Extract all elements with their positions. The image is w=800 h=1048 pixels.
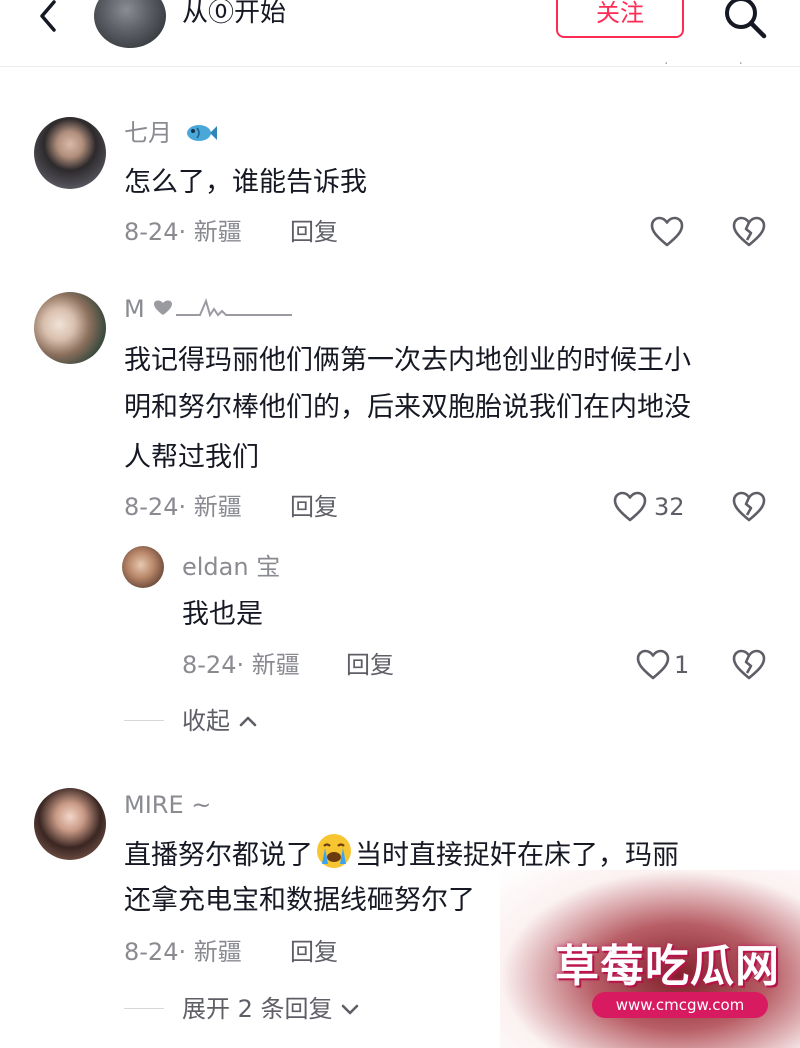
comment-text-line: 还拿充电宝和数据线砸努尔了 xyxy=(124,885,475,916)
chevron-up-icon xyxy=(239,716,256,727)
like-count: 1 xyxy=(674,651,690,679)
heart-icon[interactable] xyxy=(650,215,684,249)
divider-dots: ·· xyxy=(664,56,800,72)
comment-username[interactable]: M xyxy=(124,294,302,324)
broken-heart-icon[interactable] xyxy=(732,648,766,682)
reply-button[interactable]: 回复 xyxy=(290,937,338,967)
comment-text-line: 我记得玛丽他们俩第一次去内地创业的时候王小 xyxy=(124,345,691,376)
search-icon[interactable] xyxy=(722,0,768,40)
profile-name: 从⓪开始 xyxy=(182,0,287,28)
comment-text-line: 人帮过我们 xyxy=(124,442,259,473)
divider-line xyxy=(124,1008,164,1009)
expand-replies-button[interactable]: 展开 2 条回复 xyxy=(182,994,360,1024)
collapse-replies-button[interactable]: 收起 xyxy=(182,706,258,736)
broken-heart-icon[interactable] xyxy=(732,215,766,249)
crying-emoji-icon xyxy=(317,834,351,868)
comment-text: 怎么了，谁能告诉我 xyxy=(124,167,367,198)
username-decoration-icon xyxy=(154,298,293,318)
reply-meta: 8-24· 新疆 xyxy=(182,651,300,679)
comment-username[interactable]: MIRE ~ xyxy=(124,790,211,820)
follow-button[interactable]: 关注 xyxy=(556,0,684,38)
comment-text-line: 明和努尔棒他们的，后来双胞胎说我们在内地没 xyxy=(124,392,691,423)
comment-meta: 8-24· 新疆 xyxy=(124,938,242,966)
comment-meta: 8-24· 新疆 xyxy=(124,493,242,521)
reply-text: 我也是 xyxy=(182,599,263,630)
fish-icon xyxy=(186,125,217,141)
watermark-logo-text: 草莓吃瓜网 xyxy=(555,941,780,992)
back-arrow-icon[interactable] xyxy=(30,0,66,36)
user-avatar[interactable] xyxy=(34,117,106,189)
like-count: 32 xyxy=(654,493,685,521)
heart-icon[interactable] xyxy=(613,490,647,524)
comment-username[interactable]: 七月 xyxy=(124,118,218,148)
profile-avatar[interactable] xyxy=(94,0,166,48)
top-bar: 从⓪开始 关注 ·· xyxy=(0,0,800,72)
reply-button[interactable]: 回复 xyxy=(346,650,394,680)
watermark-url: www.cmcgw.com xyxy=(592,992,768,1018)
reply-user-avatar[interactable] xyxy=(122,546,164,588)
reply-button[interactable]: 回复 xyxy=(290,492,338,522)
broken-heart-icon[interactable] xyxy=(732,490,766,524)
chevron-down-icon xyxy=(341,1004,359,1015)
user-avatar[interactable] xyxy=(34,788,106,860)
comment-meta: 8-24· 新疆 xyxy=(124,218,242,246)
reply-button[interactable]: 回复 xyxy=(290,217,338,247)
divider-line xyxy=(124,720,164,721)
heart-icon[interactable] xyxy=(636,648,670,682)
user-avatar[interactable] xyxy=(34,292,106,364)
reply-username[interactable]: eldan 宝 xyxy=(182,552,280,582)
